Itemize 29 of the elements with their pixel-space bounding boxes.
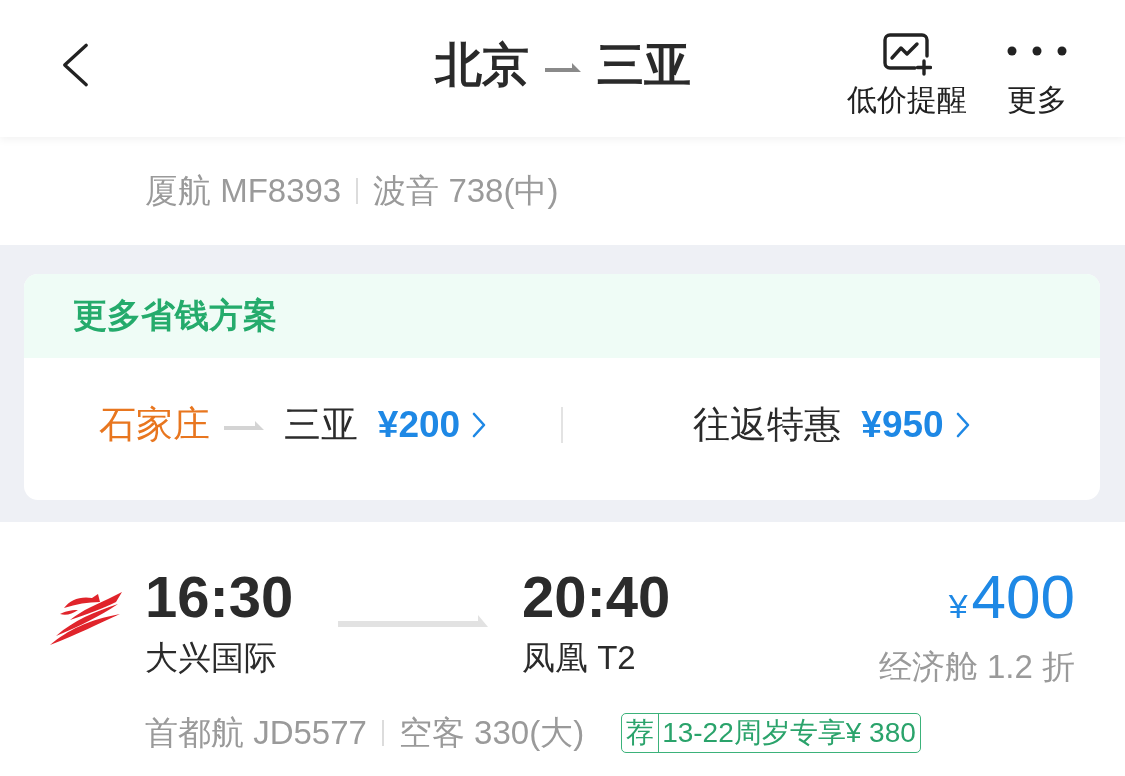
aircraft-type: 波音 738(中) bbox=[373, 170, 559, 211]
destination-city: 三亚 bbox=[596, 37, 691, 93]
aircraft-type: 空客 330(大) bbox=[398, 713, 585, 753]
back-icon[interactable] bbox=[60, 41, 90, 88]
offer-label[interactable]: 往返特惠 bbox=[693, 400, 842, 450]
arrow-icon bbox=[544, 63, 581, 72]
card-title: 更多省钱方案 bbox=[24, 274, 1100, 358]
chart-plus-icon bbox=[882, 32, 932, 76]
more-button[interactable]: 更多 bbox=[1007, 32, 1067, 118]
cabin-discount: 经济舱 1.2 折 bbox=[878, 647, 1075, 687]
promo-text: 13-22周岁专享¥ 380 bbox=[661, 716, 917, 750]
origin-city: 北京 bbox=[434, 37, 529, 93]
chevron-right-icon[interactable] bbox=[955, 412, 970, 438]
price-alert-button[interactable]: 低价提醒 bbox=[847, 32, 967, 118]
ticket-price: ¥400 bbox=[947, 565, 1075, 633]
offer-price[interactable]: ¥950 bbox=[861, 404, 944, 446]
chevron-right-icon[interactable] bbox=[472, 412, 487, 438]
destination-city[interactable]: 三亚 bbox=[283, 400, 358, 450]
airline-flight-number: 首都航 JD5577 bbox=[145, 713, 367, 753]
arrival-time: 20:40 bbox=[522, 565, 671, 629]
more-icon bbox=[1007, 46, 1067, 56]
recommend-label: 荐 bbox=[622, 714, 660, 752]
arrow-icon bbox=[338, 615, 488, 627]
arrow-icon bbox=[223, 420, 264, 430]
offer-price[interactable]: ¥200 bbox=[377, 404, 461, 446]
arrival-airport: 凤凰 T2 bbox=[522, 638, 637, 678]
departure-airport: 大兴国际 bbox=[145, 638, 278, 678]
airline-flight-number: 厦航 MF8393 bbox=[145, 170, 342, 211]
departure-time: 16:30 bbox=[145, 565, 295, 629]
